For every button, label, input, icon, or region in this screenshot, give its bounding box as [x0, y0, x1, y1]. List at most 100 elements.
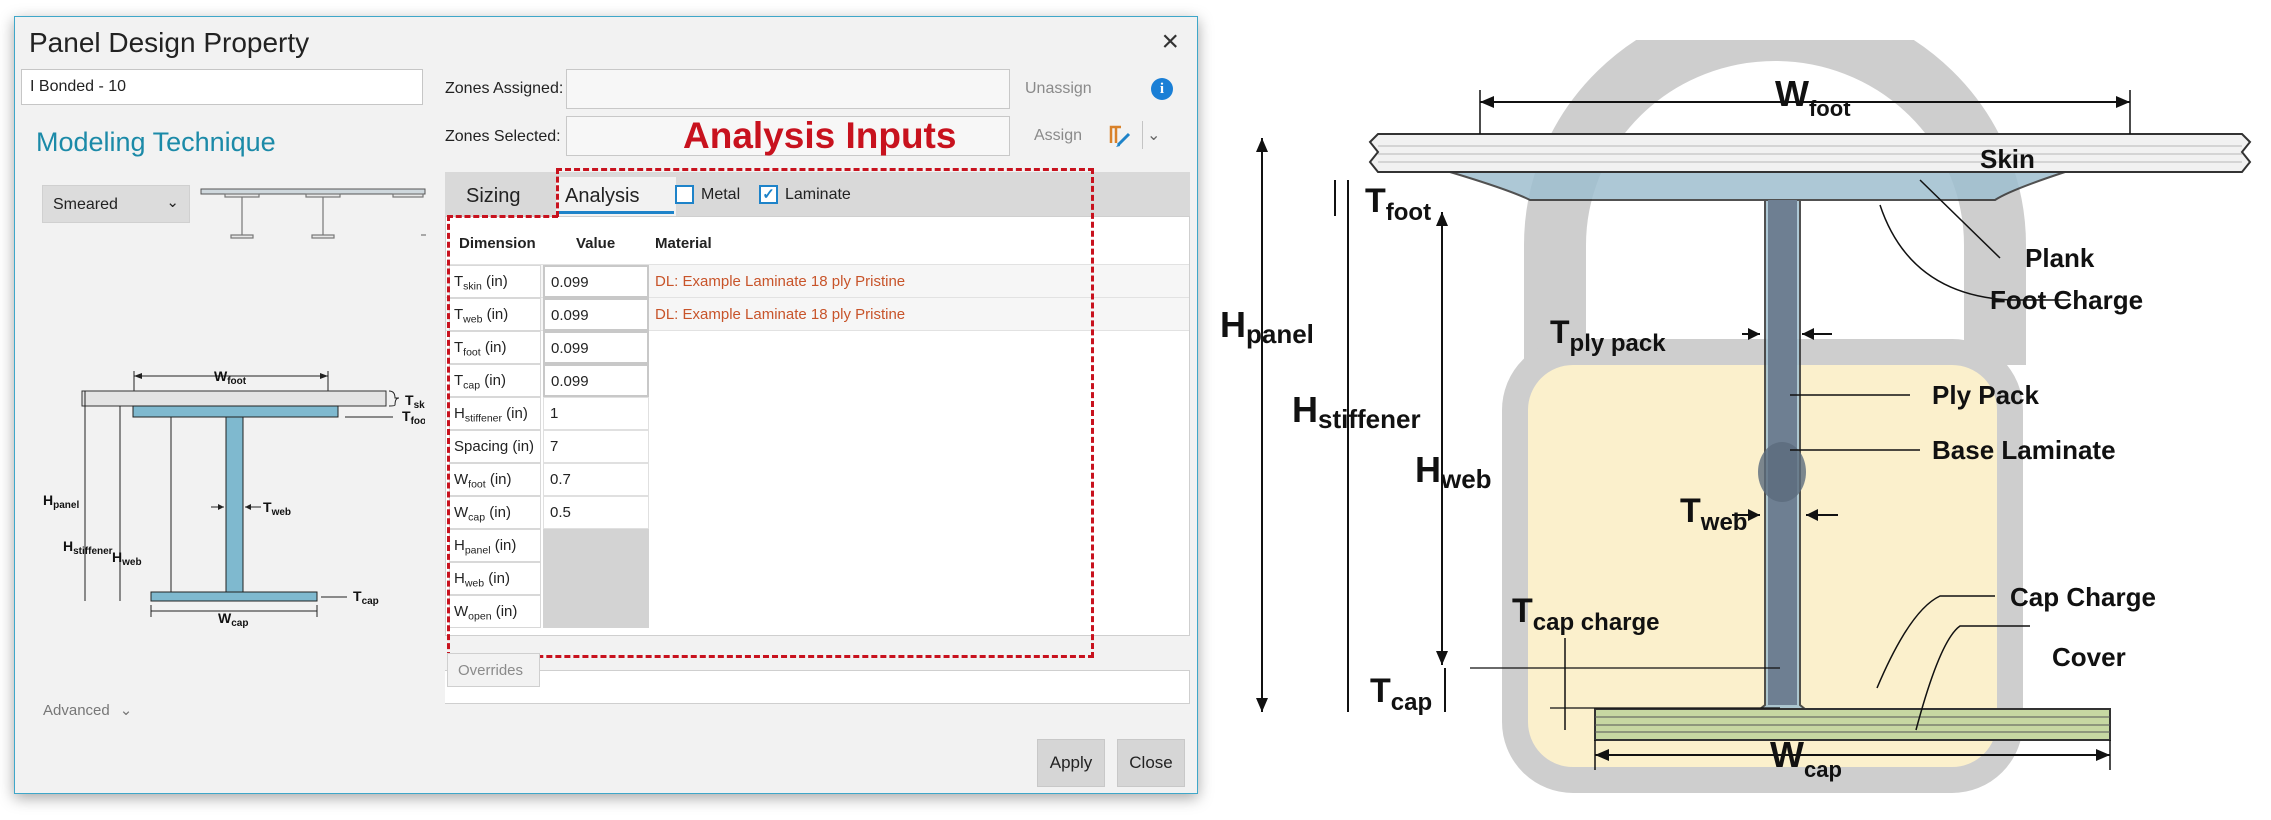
- w-foot-label: W: [214, 368, 228, 384]
- svg-text:Hstiffener: Hstiffener: [63, 538, 113, 557]
- w-cap-dim-label: W: [1770, 734, 1804, 775]
- unassign-button[interactable]: Unassign: [1025, 80, 1092, 98]
- toolbar-divider: [1142, 121, 1143, 149]
- h-stiffener-dim-label: H: [1292, 389, 1318, 430]
- info-icon[interactable]: i: [1151, 78, 1173, 100]
- dialog-title: Panel Design Property: [29, 27, 310, 58]
- value-input[interactable]: 1: [543, 397, 649, 430]
- metal-checkbox-label: Metal: [701, 186, 741, 203]
- h-web-label: H: [112, 549, 122, 565]
- dimension-cell: Tweb (in): [449, 298, 541, 331]
- material-link[interactable]: DL: Example Laminate 18 ply Pristine: [655, 273, 905, 290]
- dimension-cell: Wfoot (in): [449, 463, 541, 496]
- panel-design-property-dialog: Panel Design Property × I Bonded - 10 Zo…: [14, 16, 1198, 794]
- value-cell-disabled: [543, 562, 649, 595]
- svg-text:Hstiffener: Hstiffener: [1292, 389, 1421, 434]
- modeling-technique-value: Smeared: [53, 196, 118, 213]
- t-ply-pack-dim-label: T: [1550, 314, 1570, 350]
- dimension-cell: Wopen (in): [449, 595, 541, 628]
- w-cap-label: W: [218, 610, 232, 626]
- skin-label: Skin: [1980, 144, 2035, 174]
- laminate-checkbox[interactable]: ✓: [759, 185, 778, 204]
- value-input[interactable]: 7: [543, 430, 649, 463]
- i-beam-mini-diagram: Wfoot Tskin Tfoot Hpanel Hstiffener Hweb…: [43, 368, 425, 629]
- modeling-technique-heading: Modeling Technique: [36, 127, 276, 157]
- h-panel-label: H: [43, 492, 53, 508]
- value-input[interactable]: 0.099: [543, 298, 649, 331]
- dimension-cell: Tcap (in): [449, 364, 541, 397]
- property-name-field[interactable]: I Bonded - 10: [21, 69, 423, 105]
- dimension-cell: Spacing (in): [449, 430, 541, 463]
- modeling-technique-select[interactable]: Smeared ⌄: [42, 185, 190, 223]
- foot-charge-label: Foot Charge: [1990, 285, 2143, 315]
- highlight-border-step: [556, 168, 559, 217]
- svg-text:Hpanel: Hpanel: [1220, 304, 1314, 349]
- svg-text:Tcap: Tcap: [1370, 672, 1432, 716]
- laminate-checkbox-label: Laminate: [785, 186, 851, 203]
- zones-assigned-label: Zones Assigned:: [445, 80, 564, 97]
- t-cap-charge-dim-label: T: [1512, 592, 1533, 630]
- t-cap-dim-label: T: [1370, 672, 1391, 710]
- svg-text:Hpanel: Hpanel: [43, 492, 79, 511]
- svg-text:Wfoot: Wfoot: [1775, 73, 1851, 121]
- value-input[interactable]: 0.7: [543, 463, 649, 496]
- dimension-cell: Tskin (in): [449, 265, 541, 298]
- t-web-dim-label: T: [1680, 492, 1701, 530]
- highlight-border-bottom: [447, 655, 1094, 658]
- close-icon[interactable]: ×: [1161, 27, 1179, 57]
- svg-text:Tfoot: Tfoot: [1365, 182, 1431, 226]
- chevron-down-icon[interactable]: ⌄: [1147, 125, 1160, 145]
- svg-text:Hweb: Hweb: [112, 549, 142, 568]
- assign-tool-icon[interactable]: [1107, 121, 1133, 149]
- overrides-tab[interactable]: Overrides: [447, 653, 540, 687]
- svg-text:Hweb: Hweb: [1415, 449, 1492, 494]
- assign-button[interactable]: Assign: [1034, 127, 1082, 145]
- t-foot-dim-label: T: [1365, 182, 1386, 220]
- header-dimension: Dimension: [459, 235, 536, 252]
- value-input[interactable]: 0.099: [543, 331, 649, 364]
- cover-label: Cover: [2052, 642, 2126, 672]
- svg-text:Wcap: Wcap: [218, 610, 248, 629]
- value-cell-disabled: [543, 529, 649, 562]
- analysis-inputs-annotation: Analysis Inputs: [683, 115, 957, 156]
- close-button[interactable]: Close: [1117, 739, 1185, 787]
- tab-analysis[interactable]: Analysis: [565, 185, 639, 208]
- stiffened-panel-diagram: Wfoot Skin Tfoot Plank Foot Charge Hpane…: [1220, 40, 2252, 793]
- metal-checkbox[interactable]: [675, 185, 694, 204]
- svg-text:Tweb: Tweb: [263, 499, 291, 518]
- chevron-down-icon: ⌄: [119, 702, 133, 719]
- material-link[interactable]: DL: Example Laminate 18 ply Pristine: [655, 306, 905, 323]
- highlight-border-left: [447, 215, 450, 658]
- dimension-cell: Wcap (in): [449, 496, 541, 529]
- h-stiffener-label: H: [63, 538, 73, 554]
- chevron-down-icon: ⌄: [166, 194, 179, 211]
- svg-text:Wfoot: Wfoot: [214, 368, 247, 387]
- dimension-cell: Tfoot (in): [449, 331, 541, 364]
- advanced-expander[interactable]: Advanced ⌄: [43, 701, 132, 719]
- header-material: Material: [655, 235, 712, 252]
- value-input[interactable]: 0.099: [543, 265, 649, 298]
- svg-text:Tcap: Tcap: [353, 588, 379, 607]
- dimension-cell: Hpanel (in): [449, 529, 541, 562]
- h-web-dim-label: H: [1415, 449, 1441, 490]
- value-input[interactable]: 0.099: [543, 364, 649, 397]
- header-value: Value: [576, 235, 616, 252]
- apply-button[interactable]: Apply: [1037, 739, 1105, 787]
- smeared-thumbnail: [200, 188, 426, 239]
- highlight-border-top-left: [447, 215, 558, 218]
- h-panel-dim-label: H: [1220, 304, 1246, 345]
- highlight-border-right: [1091, 168, 1094, 658]
- plank-label: Plank: [2025, 243, 2095, 273]
- tab-sizing[interactable]: Sizing: [466, 185, 520, 208]
- base-laminate-label: Base Laminate: [1932, 435, 2116, 465]
- cap-charge-label: Cap Charge: [2010, 582, 2156, 612]
- zones-selected-label: Zones Selected:: [445, 128, 561, 145]
- zones-assigned-field[interactable]: [566, 69, 1010, 109]
- value-input[interactable]: 0.5: [543, 496, 649, 529]
- value-cell-disabled: [543, 595, 649, 628]
- active-tab-indicator: [559, 211, 674, 214]
- dimension-cell: Hstiffener (in): [449, 397, 541, 430]
- dimension-cell: Hweb (in): [449, 562, 541, 595]
- highlight-border-top: [556, 168, 1094, 171]
- ply-pack-label: Ply Pack: [1932, 380, 2040, 410]
